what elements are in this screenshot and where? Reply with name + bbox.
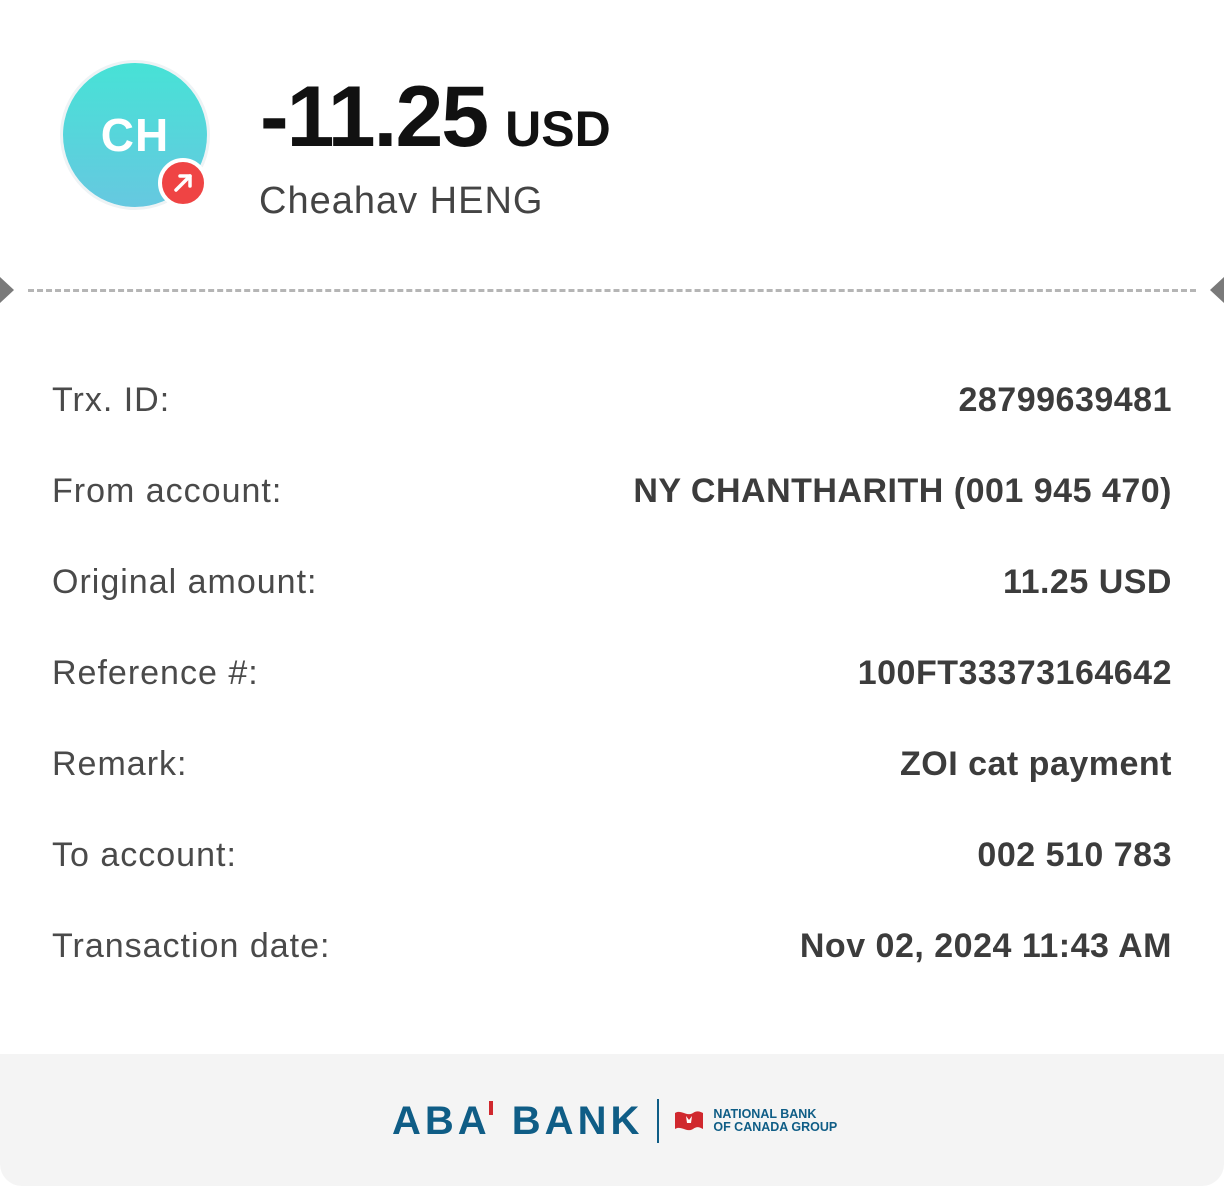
- brand-separator: [657, 1099, 660, 1143]
- detail-row-to-account: To account: 002 510 783: [52, 827, 1172, 918]
- detail-value: ZOI cat payment: [899, 745, 1172, 783]
- detail-label: Original amount:: [52, 563, 318, 601]
- detail-label: Reference #:: [52, 654, 259, 692]
- national-bank-flag-icon: [673, 1108, 705, 1134]
- divider-line: [28, 289, 1196, 292]
- detail-value: Nov 02, 2024 11:43 AM: [799, 927, 1172, 965]
- detail-row-original-amount: Original amount: 11.25 USD: [52, 554, 1172, 645]
- detail-row-trx-id: Trx. ID: 28799639481: [52, 372, 1172, 463]
- detail-value: 11.25 USD: [1003, 563, 1172, 601]
- detail-value: 28799639481: [958, 381, 1172, 419]
- outgoing-arrow-icon: [158, 158, 208, 208]
- receipt-header: CH -11.25 USD Cheahav HENG: [0, 0, 1224, 290]
- detail-label: From account:: [52, 472, 283, 510]
- detail-label: Remark:: [52, 745, 188, 783]
- bank-logo: ABA BANK NATIONAL BANK OF CANADA GROUP: [392, 1096, 837, 1146]
- detail-row-from-account: From account: NY CHANTHARITH (001 945 47…: [52, 463, 1172, 554]
- detail-value: 100FT33373164642: [857, 654, 1172, 692]
- group-line-1: NATIONAL BANK: [713, 1107, 817, 1121]
- national-bank-group-text: NATIONAL BANK OF CANADA GROUP: [713, 1108, 837, 1134]
- aba-bank-wordmark: ABA BANK: [392, 1099, 643, 1144]
- detail-row-reference: Reference #: 100FT33373164642: [52, 645, 1172, 736]
- detail-label: To account:: [52, 836, 237, 874]
- detail-value: NY CHANTHARITH (001 945 470): [633, 472, 1172, 510]
- receipt-footer: ABA BANK NATIONAL BANK OF CANADA GROUP: [0, 1054, 1224, 1186]
- detail-value: 002 510 783: [977, 836, 1172, 874]
- recipient-name: Cheahav HENG: [259, 180, 544, 222]
- divider-notch-right: [1210, 277, 1224, 303]
- detail-row-transaction-date: Transaction date: Nov 02, 2024 11:43 AM: [52, 918, 1172, 1009]
- aba-tick-mark: [488, 1100, 493, 1115]
- divider-notch-left: [0, 277, 14, 303]
- aba-wordmark-prefix: ABA: [392, 1098, 491, 1143]
- transaction-amount: -11.25: [260, 69, 489, 165]
- dashed-divider: [0, 277, 1224, 303]
- detail-label: Transaction date:: [52, 927, 331, 965]
- group-line-2: OF CANADA GROUP: [713, 1120, 838, 1134]
- detail-row-remark: Remark: ZOI cat payment: [52, 736, 1172, 827]
- amount-currency: USD: [505, 101, 611, 157]
- transaction-receipt: CH -11.25 USD Cheahav HENG Trx. ID: 28799…: [0, 0, 1224, 1186]
- transaction-details: Trx. ID: 28799639481 From account: NY CH…: [52, 372, 1172, 1009]
- amount-row: -11.25 USD: [260, 68, 611, 165]
- detail-label: Trx. ID:: [52, 381, 171, 419]
- aba-wordmark-suffix: BANK: [511, 1098, 644, 1143]
